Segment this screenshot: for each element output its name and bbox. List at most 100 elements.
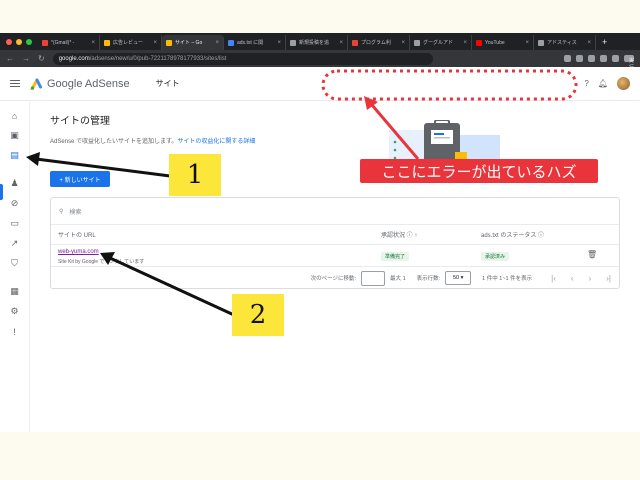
search-input[interactable]: 検索 xyxy=(69,207,81,216)
browser-tab[interactable]: アドスティス × xyxy=(534,35,596,50)
browser-tab[interactable]: ads.txt に関 × xyxy=(224,35,286,50)
approval-status-badge: 準備完了 xyxy=(381,252,410,261)
site-url-link[interactable]: web-yuma.com xyxy=(58,249,99,255)
learn-more-link[interactable]: サイトの収益化に関する詳細 xyxy=(177,139,255,145)
page-input[interactable] xyxy=(361,270,386,286)
reload-icon[interactable]: ↻ xyxy=(38,54,45,63)
favicon-icon xyxy=(352,39,358,46)
close-tab-icon[interactable]: × xyxy=(277,40,281,46)
selected-indicator xyxy=(0,184,3,200)
table-row: web-yuma.com Site Kit by Google でリンクしていま… xyxy=(51,245,619,267)
policy-icon[interactable]: ⛉ xyxy=(9,258,20,269)
favicon-icon xyxy=(476,39,482,46)
close-tab-icon[interactable]: × xyxy=(401,40,405,46)
browser-tab[interactable]: *(Gmail)* - × xyxy=(38,35,100,50)
adsense-app: Google AdSense サイト ? 🔔︎ ⌂ ▣ ▤ ♟ ⊘ ▭ ↗ ⛉ … xyxy=(0,67,640,432)
window-controls[interactable] xyxy=(0,38,38,45)
optimization-icon[interactable]: ▭ xyxy=(9,218,20,229)
browser-tab[interactable]: YouTube × xyxy=(472,35,534,50)
address-bar-row: ← → ↻ google.com /adsense/new/u/0/pub-72… xyxy=(0,50,640,98)
annotation-label-2: 2 xyxy=(232,294,284,336)
table-header: サイトの URL 承認状況 ⓘ ↑ ads.txt のステータス ⓘ xyxy=(51,225,619,245)
close-tab-icon[interactable]: × xyxy=(587,40,591,46)
menu-icon[interactable] xyxy=(10,80,20,87)
site-kit-note: Site Kit by Google でリンクしています xyxy=(58,259,145,265)
tab-title: 新規投稿を追 xyxy=(299,40,330,46)
favicon-icon xyxy=(42,39,48,46)
add-site-button[interactable]: + 新しいサイト xyxy=(50,171,110,187)
close-tab-icon[interactable]: × xyxy=(463,40,467,46)
extension-icon[interactable] xyxy=(588,55,595,62)
privacy-icon[interactable]: ♟ xyxy=(9,178,20,189)
prev-page-icon[interactable]: ‹ xyxy=(571,274,574,283)
close-tab-icon[interactable]: × xyxy=(525,40,529,46)
first-page-icon[interactable]: |‹ xyxy=(551,274,556,283)
minimize-window-icon[interactable] xyxy=(16,38,22,45)
pagination: 次のページに移動: 最大 1 表示行数: 50 ▾ 1 件中 1~1 件を表示 … xyxy=(51,267,619,289)
last-page-icon[interactable]: ›| xyxy=(606,274,611,283)
page-section: サイト xyxy=(155,79,180,88)
search-icon: ⚲ xyxy=(59,208,64,215)
back-icon[interactable]: ← xyxy=(6,54,14,63)
browser-tab[interactable]: 新規投稿を追 × xyxy=(286,35,348,50)
bottom-margin xyxy=(0,432,640,480)
max-pages: 最大 1 xyxy=(390,276,406,282)
annotation-label-1: 1 xyxy=(169,154,221,196)
col-url[interactable]: サイトの URL xyxy=(58,230,96,239)
extension-icon[interactable] xyxy=(600,55,607,62)
ads-icon[interactable]: ▣ xyxy=(9,130,20,141)
close-tab-icon[interactable]: × xyxy=(339,40,343,46)
feedback-icon[interactable]: ! xyxy=(9,326,20,337)
favicon-icon xyxy=(414,39,420,46)
col-approval[interactable]: 承認状況 ⓘ ↑ xyxy=(381,230,417,239)
new-tab-button[interactable]: + xyxy=(596,37,613,47)
browser-tab[interactable]: グーグルアド × xyxy=(410,35,472,50)
blocking-icon[interactable]: ⊘ xyxy=(9,198,20,209)
dropdown-icon: ▾ xyxy=(459,275,464,281)
subtitle-text: AdSense で収益化したいサイトを追加します。 xyxy=(50,139,178,145)
browser-tab[interactable]: サイト – Go × xyxy=(162,35,224,50)
extension-icon[interactable] xyxy=(612,55,619,62)
sites-icon[interactable]: ▤ xyxy=(9,150,20,161)
url-field[interactable]: google.com /adsense/new/u/0/pub-72211789… xyxy=(52,52,433,65)
url-path: /adsense/new/u/0/pub-7221178978177933/si… xyxy=(89,55,227,62)
maximize-window-icon[interactable] xyxy=(26,38,32,45)
tab-title: 広告レビュー xyxy=(113,40,144,46)
app-header: Google AdSense サイト ? 🔔︎ xyxy=(0,67,640,101)
page-title: サイトの管理 xyxy=(50,116,110,127)
delete-icon[interactable]: 🗑︎ xyxy=(587,250,597,259)
brand-name: Google AdSense xyxy=(47,77,130,90)
favicon-icon xyxy=(290,39,296,46)
payments-icon[interactable]: ▦ xyxy=(9,286,20,297)
main-content: サイトの管理 AdSense で収益化したいサイトを追加します。サイトの収益化に… xyxy=(50,112,620,187)
tab-title: サイト – Go xyxy=(175,40,203,46)
extensions: 実行を完了 : xyxy=(564,55,634,98)
avatar[interactable] xyxy=(617,77,630,90)
close-tab-icon[interactable]: × xyxy=(215,40,219,46)
settings-icon[interactable]: ⚙ xyxy=(9,306,20,317)
extension-icon[interactable] xyxy=(576,55,583,62)
reports-icon[interactable]: ↗ xyxy=(9,238,20,249)
browser-tab[interactable]: 広告レビュー × xyxy=(100,35,162,50)
tab-title: ads.txt に関 xyxy=(237,40,264,46)
notifications-icon[interactable]: 🔔︎ xyxy=(598,79,608,88)
close-tab-icon[interactable]: × xyxy=(153,40,157,46)
help-icon[interactable]: ? xyxy=(584,79,588,88)
home-icon[interactable]: ⌂ xyxy=(9,110,20,121)
search-bar[interactable]: ⚲ 検索 xyxy=(51,198,619,225)
browser-tab[interactable]: プログラム利 × xyxy=(348,35,410,50)
range-label: 1 件中 1~1 件を表示 xyxy=(482,276,533,282)
close-window-icon[interactable] xyxy=(6,38,12,45)
extension-icon[interactable] xyxy=(564,55,571,62)
tab-strip: *(Gmail)* - × 広告レビュー × サイト – Go × ads.txt に関 × 新… xyxy=(0,33,640,50)
favicon-icon xyxy=(228,39,234,46)
col-ads-txt[interactable]: ads.txt のステータス ⓘ xyxy=(481,230,544,239)
forward-icon[interactable]: → xyxy=(22,54,30,63)
next-page-icon[interactable]: › xyxy=(589,274,592,283)
favicon-icon xyxy=(104,39,110,46)
tab-title: アドスティス xyxy=(547,40,577,46)
rows-per-page-select[interactable]: 50 ▾ xyxy=(445,271,472,285)
favicon-icon xyxy=(166,39,172,46)
close-tab-icon[interactable]: × xyxy=(91,40,95,46)
resume-button[interactable]: 実行を完了 : xyxy=(624,55,634,98)
